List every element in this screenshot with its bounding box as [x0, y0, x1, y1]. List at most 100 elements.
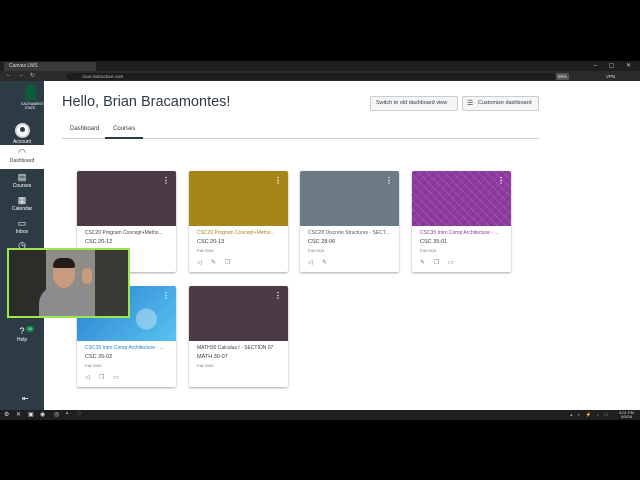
screen: Canvas LMS – ▢ ✕ ← → ↻ csus.instructure.…: [0, 61, 640, 420]
course-title[interactable]: CSC35 Intro Comp Architecture - ...: [420, 230, 508, 236]
files-app-icon[interactable]: ▣: [28, 411, 34, 418]
webcam-person-hand: [82, 268, 92, 284]
back-icon[interactable]: ←: [6, 72, 12, 78]
dashboard-gauge-icon: ◠: [18, 147, 26, 157]
steam-app-icon[interactable]: ◌: [78, 411, 82, 417]
files-icon[interactable]: ▭: [448, 259, 462, 266]
course-title[interactable]: CSC20 Program Concept+Metho...: [197, 230, 285, 236]
card-hero[interactable]: ⋮: [189, 286, 288, 341]
app-icon-red[interactable]: ▪: [66, 411, 68, 417]
webcam-overlay: [7, 248, 130, 318]
account-avatar: [14, 123, 30, 138]
course-card[interactable]: ⋮ MATH30 Calculus I - SECTION 07 MATH 30…: [189, 286, 288, 387]
nav-item-label: Courses: [12, 183, 32, 189]
card-hero[interactable]: ⋮: [300, 171, 399, 226]
sacramento-state-logo[interactable]: SACRAMENTO STATE: [21, 84, 46, 117]
course-code: CSC 35-02: [85, 354, 113, 360]
help-badge: 10: [26, 326, 34, 332]
card-actions: ◁ ✎ ❐: [197, 259, 239, 266]
browser-tab-title: Canvas LMS: [9, 63, 38, 69]
nav-item-dashboard[interactable]: ◠ Dashboard: [0, 145, 44, 169]
course-code: CSC 28-06: [308, 239, 336, 245]
nav-item-label: Calendar: [11, 206, 33, 212]
browser-tab-bar: Canvas LMS – ▢ ✕: [0, 61, 640, 71]
course-card[interactable]: ⋮ CSC28 Discrete Structures - SECT... CS…: [300, 171, 399, 272]
customize-dashboard-button[interactable]: ☰ Customize dashboard: [462, 96, 539, 111]
card-hero[interactable]: ⋮: [189, 171, 288, 226]
card-hero[interactable]: ⋮: [77, 171, 176, 226]
url-field[interactable]: csus.instructure.com: [66, 73, 556, 80]
webcam-person-body: [39, 286, 91, 316]
vpn-button[interactable]: VPN: [606, 73, 615, 80]
course-code: CSC 35-01: [420, 239, 448, 245]
extension-badge[interactable]: 99%: [556, 73, 570, 80]
inbox-icon: ▭: [17, 218, 27, 228]
assignments-icon[interactable]: ✎: [322, 259, 336, 266]
app-icon-x[interactable]: ✕: [16, 411, 21, 418]
collapse-nav-icon[interactable]: ⇤: [22, 394, 29, 403]
customize-label: Customize dashboard: [478, 100, 532, 106]
card-options-icon[interactable]: ⋮: [162, 292, 170, 300]
discussions-icon[interactable]: ❐: [434, 259, 448, 266]
card-actions: ◁ ❐ ▭: [85, 374, 127, 381]
calendar-icon: ▦: [17, 195, 27, 205]
browser-side-tools: ◦ ◦ ◦ ◦: [4, 90, 6, 116]
assignments-icon[interactable]: ✎: [420, 259, 434, 266]
card-hero[interactable]: ⋮: [412, 171, 511, 226]
course-card[interactable]: ⋮ CSC20 Program Concept+Metho... CSC 20-…: [189, 171, 288, 272]
clock-date: 9/5/26: [620, 414, 633, 419]
logo-text: SACRAMENTO STATE: [21, 102, 46, 110]
course-term: Fall 2026: [85, 363, 102, 368]
browser-tab[interactable]: Canvas LMS: [4, 62, 96, 71]
discussions-icon[interactable]: ❐: [99, 374, 113, 381]
course-code: CSC 20-12: [85, 239, 113, 245]
course-title[interactable]: CSC20 Program Concept+Metho...: [85, 230, 173, 236]
sliders-icon: ☰: [467, 100, 474, 107]
nav-item-inbox[interactable]: ▭ Inbox: [0, 218, 44, 235]
nav-item-courses[interactable]: ▤ Courses: [0, 172, 44, 189]
tab-courses[interactable]: Courses: [105, 126, 144, 139]
tab-dashboard[interactable]: Dashboard: [70, 126, 99, 139]
announcements-icon[interactable]: ◁: [85, 374, 99, 381]
window-controls[interactable]: – ▢ ✕: [594, 62, 636, 69]
switch-to-old-dashboard-button[interactable]: Switch to old dashboard view: [370, 96, 458, 111]
chrome-app-icon[interactable]: ◎: [54, 411, 59, 418]
taskbar-clock[interactable]: 4:01 PM 9/5/26: [619, 411, 634, 419]
book-icon: ▤: [17, 172, 27, 182]
course-title[interactable]: MATH30 Calculus I - SECTION 07: [197, 345, 285, 351]
nav-item-calendar[interactable]: ▦ Calendar: [0, 195, 44, 212]
nav-item-label: Inbox: [15, 229, 29, 235]
course-title[interactable]: CSC28 Discrete Structures - SECT...: [308, 230, 396, 236]
assignments-icon[interactable]: ✎: [211, 259, 225, 266]
announcements-icon[interactable]: ◁: [197, 259, 211, 266]
announcements-icon[interactable]: ◁: [308, 259, 322, 266]
dashboard-tabs: Dashboard Courses: [62, 123, 539, 139]
nav-item-label: Help: [16, 337, 28, 343]
browser-app-icon[interactable]: ◉: [40, 411, 45, 418]
card-options-icon[interactable]: ⋮: [162, 177, 170, 185]
help-icon: ?: [19, 326, 25, 336]
url-text: csus.instructure.com: [82, 74, 124, 79]
course-title[interactable]: CSC35 Intro Comp Architecture - ...: [85, 345, 173, 351]
card-options-icon[interactable]: ⋮: [385, 177, 393, 185]
reload-icon[interactable]: ↻: [30, 72, 35, 79]
nav-item-help[interactable]: ? 10 Help: [0, 326, 44, 343]
card-options-icon[interactable]: ⋮: [274, 177, 282, 185]
start-menu-icon[interactable]: ⚙: [4, 411, 9, 418]
forward-icon[interactable]: →: [18, 72, 24, 78]
discussions-icon[interactable]: ❐: [225, 259, 239, 266]
course-code: MATH 30-07: [197, 354, 228, 360]
browser-address-bar: ← → ↻ csus.instructure.com 99% VPN: [0, 71, 640, 81]
os-taskbar: ⚙ ✕ ▣ ◉ ◎ ▪ ◌ ▴ ◐ ⚡ ♪ ⬡ 4:01 PM 9/5/26: [0, 410, 640, 420]
course-term: Fall 2026: [197, 248, 214, 253]
course-card[interactable]: ⋮ CSC35 Intro Comp Architecture - ... CS…: [412, 171, 511, 272]
card-actions: ◁ ✎: [308, 259, 336, 266]
tree-logo-icon: [24, 84, 36, 100]
files-icon[interactable]: ▭: [113, 374, 127, 381]
webcam-person-hair: [53, 258, 75, 268]
system-tray[interactable]: ▴ ◐ ⚡ ♪ ⬡: [570, 412, 610, 418]
card-options-icon[interactable]: ⋮: [497, 177, 505, 185]
nav-item-account[interactable]: Account: [0, 123, 44, 145]
nav-item-label: Dashboard: [9, 158, 35, 164]
card-options-icon[interactable]: ⋮: [274, 292, 282, 300]
